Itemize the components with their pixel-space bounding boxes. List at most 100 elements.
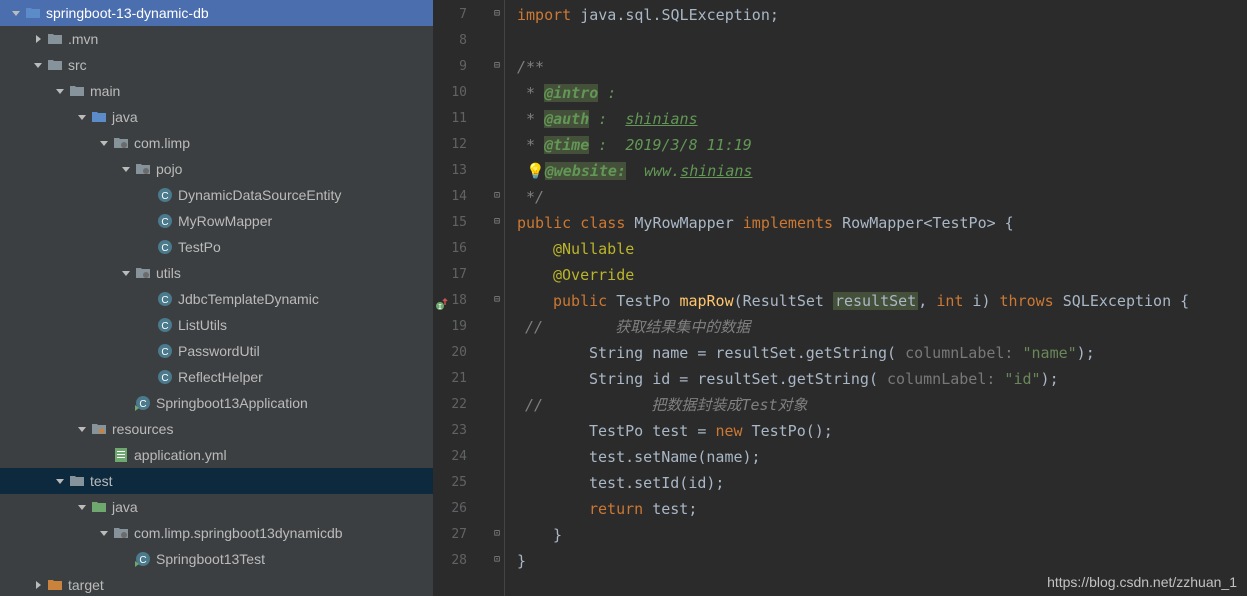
chevron-down-icon[interactable] [8,8,24,18]
tree-item[interactable]: java [0,494,433,520]
svg-text:C: C [161,373,168,384]
tree-item[interactable]: CSpringboot13Application [0,390,433,416]
line-number[interactable]: 22 [433,392,489,418]
chevron-down-icon[interactable] [96,528,112,538]
svg-text:C: C [161,243,168,254]
code-line: test.setId(id); [505,470,1247,496]
tree-item[interactable]: C PasswordUtil [0,338,433,364]
tree-item[interactable]: src [0,52,433,78]
fold-toggle-icon[interactable]: ⊟ [491,216,503,228]
line-number[interactable]: 13 [433,158,489,184]
tree-item[interactable]: test [0,468,433,494]
chevron-down-icon[interactable] [118,268,134,278]
tree-item[interactable]: CMyRowMapper [0,208,433,234]
line-number[interactable]: 10 [433,80,489,106]
fold-toggle-icon[interactable]: ⊟ [491,60,503,72]
svg-text:C: C [161,217,168,228]
tree-item[interactable]: utils [0,260,433,286]
code-line: */ [505,184,1247,210]
tree-item-label: ReflectHelper [178,369,263,385]
chevron-down-icon[interactable] [96,138,112,148]
line-number[interactable]: 8 [433,28,489,54]
chevron-down-icon[interactable] [74,502,90,512]
line-number[interactable]: 23 [433,418,489,444]
code-line: @Nullable [505,236,1247,262]
fold-toggle-icon[interactable]: ⊟ [491,294,503,306]
line-number[interactable]: 11 [433,106,489,132]
svg-text:C: C [139,399,146,410]
tree-item[interactable]: CJdbcTemplateDynamic [0,286,433,312]
class-icon: C [156,369,174,385]
chevron-right-icon[interactable] [30,580,46,590]
fold-column[interactable]: ⊟ ⊟ ⊡ ⊟ ⊟ ⊡ ⊡ [489,0,505,596]
line-number[interactable]: 9 [433,54,489,80]
line-number[interactable]: 21 [433,366,489,392]
line-number[interactable]: 19 [433,314,489,340]
line-number[interactable]: 7 [433,2,489,28]
tree-item[interactable]: CDynamicDataSourceEntity [0,182,433,208]
fold-toggle-icon[interactable]: ⊡ [491,190,503,202]
tree-item-label: springboot-13-dynamic-db [46,5,209,21]
tree-item-label: utils [156,265,181,281]
tree-item[interactable]: pojo [0,156,433,182]
line-number[interactable]: 27 [433,522,489,548]
class-icon: C [156,291,174,307]
fold-toggle-icon[interactable]: ⊟ [491,8,503,20]
code-area[interactable]: import java.sql.SQLException; /** * @int… [505,0,1247,596]
bulb-icon[interactable]: 💡 [526,162,545,180]
tree-item[interactable]: target [0,572,433,596]
chevron-down-icon[interactable] [52,86,68,96]
line-number[interactable]: 17 [433,262,489,288]
class-run-icon: C [134,551,152,567]
svg-text:C: C [161,191,168,202]
line-number[interactable]: 18I [433,288,489,314]
tree-item[interactable]: C ReflectHelper [0,364,433,390]
line-number[interactable]: 26 [433,496,489,522]
chevron-down-icon[interactable] [118,164,134,174]
tree-item[interactable]: com.limp [0,130,433,156]
tree-item-label: PasswordUtil [178,343,260,359]
line-number[interactable]: 12 [433,132,489,158]
class-icon: C [156,239,174,255]
tree-item[interactable]: CTestPo [0,234,433,260]
chevron-right-icon[interactable] [30,34,46,44]
tree-item-label: com.limp.springboot13dynamicdb [134,525,343,541]
chevron-down-icon[interactable] [30,60,46,70]
line-number[interactable]: 28 [433,548,489,574]
folder-blue-icon [24,5,42,21]
code-line: } [505,522,1247,548]
line-number[interactable]: 16 [433,236,489,262]
code-line: } [505,548,1247,574]
line-number[interactable]: 15 [433,210,489,236]
override-marker-icon[interactable]: I [435,295,449,309]
line-number[interactable]: 20 [433,340,489,366]
code-line: String name = resultSet.getString( colum… [505,340,1247,366]
tree-item[interactable]: java [0,104,433,130]
tree-item[interactable]: com.limp.springboot13dynamicdb [0,520,433,546]
tree-item[interactable]: CListUtils [0,312,433,338]
project-tree[interactable]: springboot-13-dynamic-db.mvnsrcmainjavac… [0,0,433,596]
tree-item[interactable]: main [0,78,433,104]
tree-item[interactable]: .mvn [0,26,433,52]
tree-item[interactable]: springboot-13-dynamic-db [0,0,433,26]
code-editor[interactable]: 789101112131415161718I192021222324252627… [433,0,1247,596]
line-gutter: 789101112131415161718I192021222324252627… [433,0,489,596]
folder-res-icon [90,421,108,437]
tree-item[interactable]: CSpringboot13Test [0,546,433,572]
line-number[interactable]: 24 [433,444,489,470]
chevron-down-icon[interactable] [74,424,90,434]
line-number[interactable]: 25 [433,470,489,496]
line-number[interactable]: 14 [433,184,489,210]
chevron-down-icon[interactable] [52,476,68,486]
code-line: return test; [505,496,1247,522]
fold-toggle-icon[interactable]: ⊡ [491,554,503,566]
tree-item-label: test [90,473,113,489]
svg-text:C: C [139,555,146,566]
folder-green-icon [90,499,108,515]
tree-item[interactable]: application.yml [0,442,433,468]
svg-text:C: C [161,347,168,358]
chevron-down-icon[interactable] [74,112,90,122]
fold-toggle-icon[interactable]: ⊡ [491,528,503,540]
tree-item[interactable]: resources [0,416,433,442]
tree-item-label: JdbcTemplateDynamic [178,291,319,307]
